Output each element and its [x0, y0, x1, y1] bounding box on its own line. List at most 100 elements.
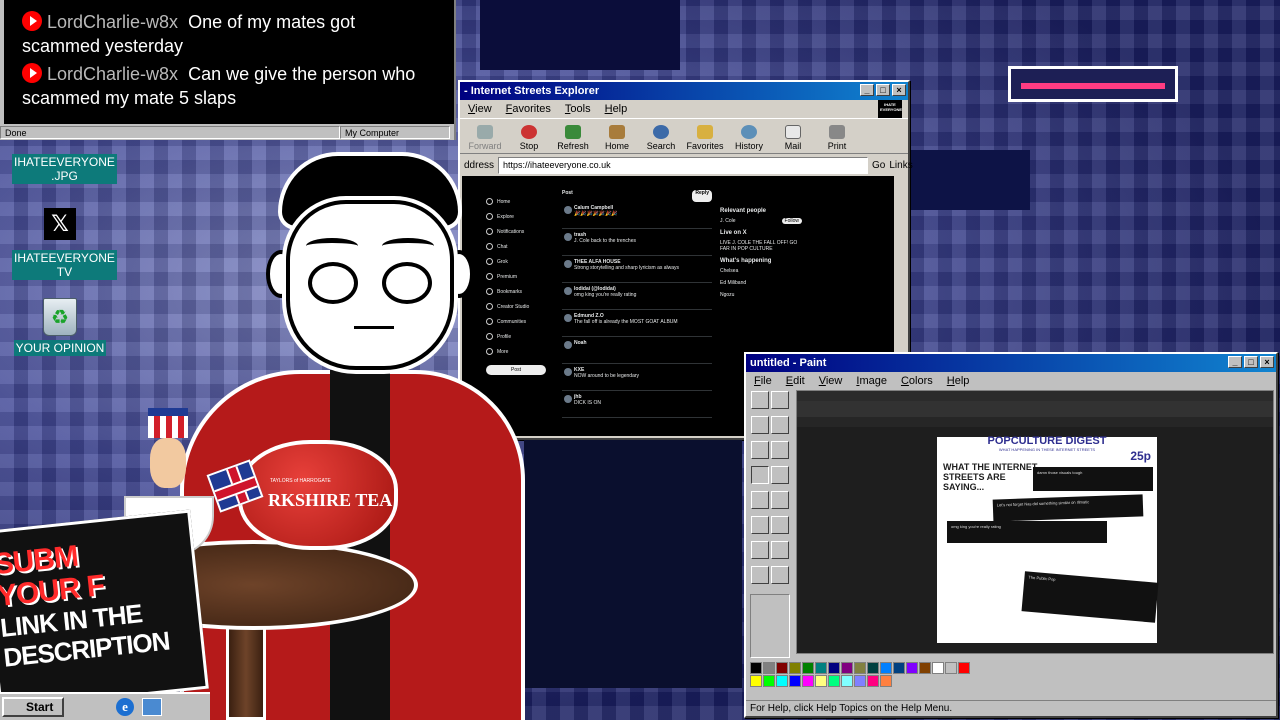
- x-nav-grok[interactable]: Grok: [486, 254, 556, 269]
- free-select-tool-icon[interactable]: [751, 391, 769, 409]
- x-nav-premium[interactable]: Premium: [486, 269, 556, 284]
- x-tweet[interactable]: KXE NOW around to be legendary: [562, 364, 712, 391]
- eraser-tool-icon[interactable]: [751, 416, 769, 434]
- desktop-icon-ihateeveryone-jpg[interactable]: IHATEEVERYONE .JPG: [12, 154, 117, 184]
- color-swatch[interactable]: [828, 675, 840, 687]
- color-swatch[interactable]: [919, 662, 931, 674]
- minimize-button[interactable]: _: [1228, 356, 1242, 368]
- menu-help[interactable]: Help: [947, 375, 970, 387]
- menu-colors[interactable]: Colors: [901, 375, 933, 387]
- close-button[interactable]: ×: [1260, 356, 1274, 368]
- color-swatch[interactable]: [854, 675, 866, 687]
- close-button[interactable]: ×: [892, 84, 906, 96]
- line-tool-icon[interactable]: [751, 516, 769, 534]
- airbrush-tool-icon[interactable]: [751, 491, 769, 509]
- polygon-tool-icon[interactable]: [771, 541, 789, 559]
- menu-view[interactable]: View: [819, 375, 843, 387]
- color-swatch[interactable]: [841, 662, 853, 674]
- desktop-icon-x[interactable]: 𝕏: [12, 208, 108, 244]
- color-swatch[interactable]: [802, 675, 814, 687]
- x-reply-button[interactable]: Reply: [692, 190, 712, 202]
- x-nav-chat[interactable]: Chat: [486, 239, 556, 254]
- color-swatch[interactable]: [867, 662, 879, 674]
- tool-options[interactable]: [750, 594, 790, 658]
- color-swatch[interactable]: [776, 662, 788, 674]
- color-swatch[interactable]: [776, 675, 788, 687]
- color-swatch[interactable]: [867, 675, 879, 687]
- address-field[interactable]: https://ihateeveryone.co.uk: [498, 156, 869, 174]
- color-swatch[interactable]: [815, 675, 827, 687]
- x-nav-home[interactable]: Home: [486, 194, 556, 209]
- x-trend[interactable]: Ed Miliband: [720, 280, 802, 286]
- desktop-icon-your-opinion[interactable]: ♻ YOUR OPINION: [12, 298, 108, 356]
- color-swatch[interactable]: [828, 662, 840, 674]
- color-swatch[interactable]: [880, 675, 892, 687]
- search-button[interactable]: Search: [642, 125, 680, 151]
- desktop-icon-ihateeveryone-tv[interactable]: IHATEEVERYONE TV: [12, 250, 117, 280]
- paint-canvas[interactable]: POPCULTURE DIGEST WHAT HAPPENING IN THES…: [796, 390, 1274, 654]
- color-swatch[interactable]: [854, 662, 866, 674]
- rectangle-tool-icon[interactable]: [751, 541, 769, 559]
- color-swatch[interactable]: [932, 662, 944, 674]
- maximize-button[interactable]: □: [876, 84, 890, 96]
- magnifier-tool-icon[interactable]: [771, 441, 789, 459]
- print-button[interactable]: Print: [818, 125, 856, 151]
- pencil-tool-icon[interactable]: [751, 466, 769, 484]
- fill-tool-icon[interactable]: [771, 416, 789, 434]
- minimize-button[interactable]: _: [860, 84, 874, 96]
- color-swatch[interactable]: [958, 662, 970, 674]
- x-nav-creator-studio[interactable]: Creator Studio: [486, 299, 556, 314]
- x-nav-bookmarks[interactable]: Bookmarks: [486, 284, 556, 299]
- x-tweet[interactable]: THEE ALFA HOUSE Strong storytelling and s…: [562, 256, 712, 283]
- x-follow-button[interactable]: Follow: [781, 218, 802, 224]
- curve-tool-icon[interactable]: [771, 516, 789, 534]
- start-button[interactable]: Start: [2, 697, 64, 717]
- pick-color-tool-icon[interactable]: [751, 441, 769, 459]
- menu-view[interactable]: View: [468, 103, 492, 115]
- x-trend[interactable]: Ngozu: [720, 292, 802, 298]
- internet-explorer-icon[interactable]: e: [116, 698, 134, 716]
- color-swatch[interactable]: [802, 662, 814, 674]
- brush-tool-icon[interactable]: [771, 466, 789, 484]
- select-tool-icon[interactable]: [771, 391, 789, 409]
- menu-tools[interactable]: Tools: [565, 103, 591, 115]
- refresh-button[interactable]: Refresh: [554, 125, 592, 151]
- color-swatch[interactable]: [815, 662, 827, 674]
- color-swatch[interactable]: [841, 675, 853, 687]
- color-swatch[interactable]: [893, 662, 905, 674]
- color-swatch[interactable]: [945, 662, 957, 674]
- x-tweet[interactable]: trash J. Cole back to the trenches: [562, 229, 712, 256]
- x-tweet[interactable]: Edmund Z.O The fall off is already the MO…: [562, 310, 712, 337]
- x-nav-explore[interactable]: Explore: [486, 209, 556, 224]
- menu-file[interactable]: File: [754, 375, 772, 387]
- x-tweet[interactable]: Calum Campbell 🎉🎉🎉🎉🎉🎉🎉: [562, 202, 712, 229]
- maximize-button[interactable]: □: [1244, 356, 1258, 368]
- links-button[interactable]: Links: [889, 160, 912, 171]
- menu-help[interactable]: Help: [605, 103, 628, 115]
- mail-button[interactable]: Mail: [774, 125, 812, 151]
- color-swatch[interactable]: [763, 675, 775, 687]
- menu-image[interactable]: Image: [856, 375, 887, 387]
- x-tweet[interactable]: lodidai (@lodidai) omg king you're really…: [562, 283, 712, 310]
- x-tweet[interactable]: Noah: [562, 337, 712, 364]
- color-swatch[interactable]: [750, 675, 762, 687]
- color-swatch[interactable]: [789, 662, 801, 674]
- favorites-button[interactable]: Favorites: [686, 125, 724, 151]
- history-button[interactable]: History: [730, 125, 768, 151]
- rounded-rect-tool-icon[interactable]: [771, 566, 789, 584]
- menu-favorites[interactable]: Favorites: [506, 103, 551, 115]
- x-nav-communities[interactable]: Communities: [486, 314, 556, 329]
- stop-button[interactable]: Stop: [510, 125, 548, 151]
- ellipse-tool-icon[interactable]: [751, 566, 769, 584]
- x-live-text[interactable]: LIVE J. COLE THE FALL OFF! GO FAR IN POP…: [720, 240, 797, 252]
- menu-edit[interactable]: Edit: [786, 375, 805, 387]
- color-swatch[interactable]: [880, 662, 892, 674]
- color-swatch[interactable]: [750, 662, 762, 674]
- color-swatch[interactable]: [789, 675, 801, 687]
- x-nav-notifications[interactable]: Notifications: [486, 224, 556, 239]
- x-trend[interactable]: Chelsea: [720, 268, 802, 274]
- text-tool-icon[interactable]: [771, 491, 789, 509]
- desktop-shortcut-icon[interactable]: [142, 698, 162, 716]
- home-button[interactable]: Home: [598, 125, 636, 151]
- color-swatch[interactable]: [763, 662, 775, 674]
